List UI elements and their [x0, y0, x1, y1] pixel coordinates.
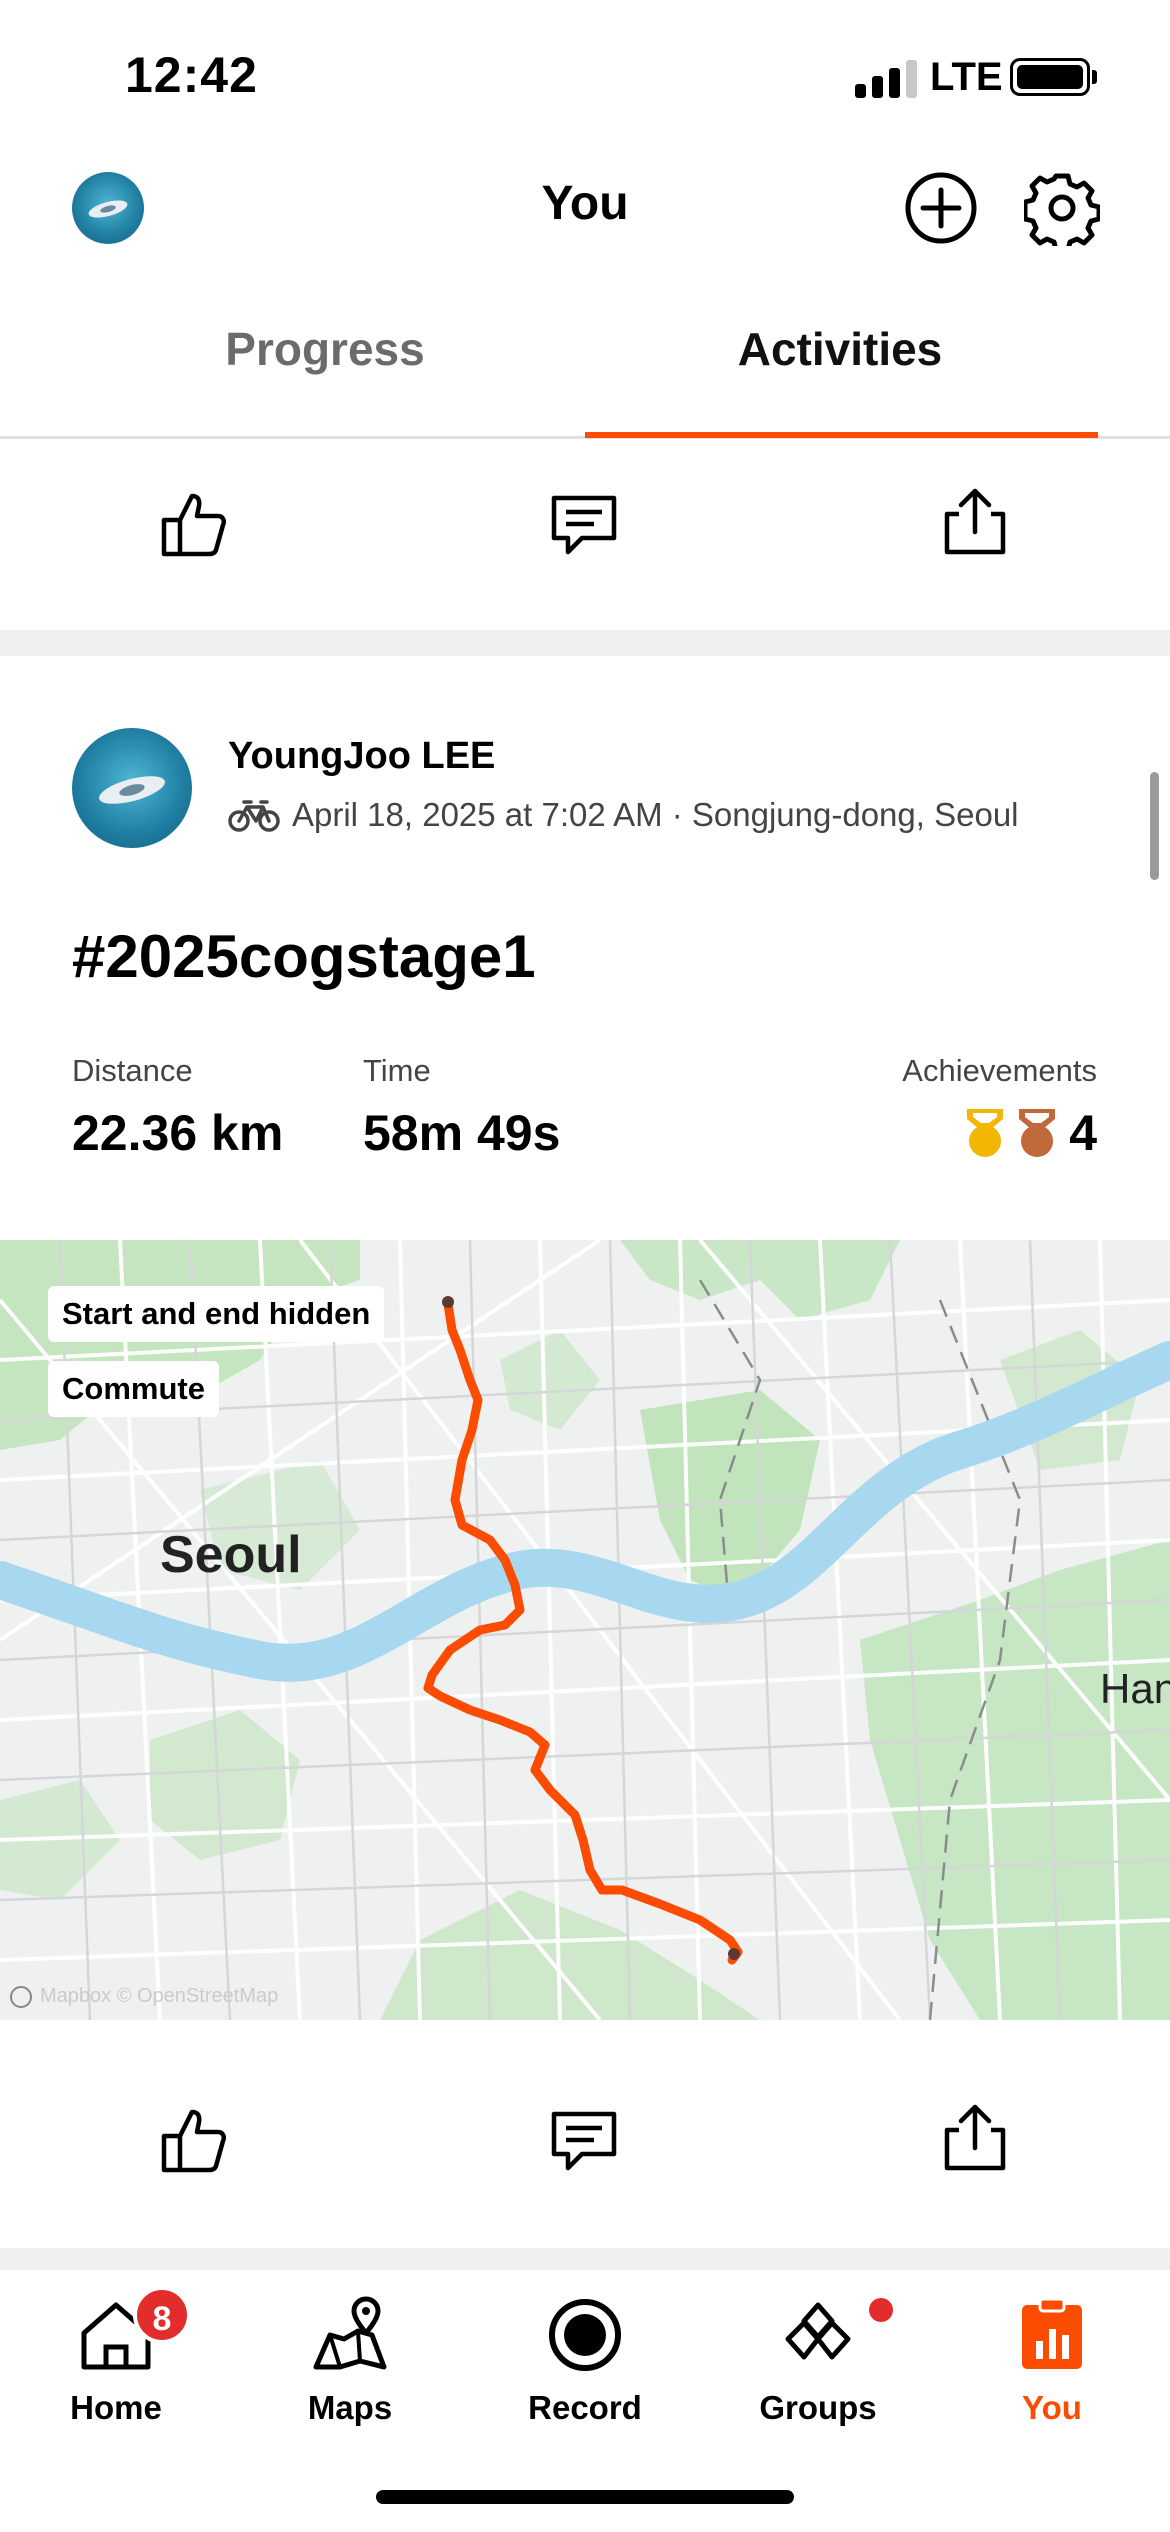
like-icon[interactable]: [156, 486, 232, 562]
tab-activities[interactable]: Activities: [580, 322, 1100, 376]
achievements[interactable]: 4: [961, 1104, 1097, 1162]
groups-icon: [785, 2302, 851, 2360]
distance-value: 22.36 km: [72, 1105, 284, 1161]
nav-record[interactable]: Record: [485, 2295, 685, 2427]
share-icon[interactable]: [937, 2100, 1013, 2176]
gold-medal-icon: [967, 1109, 1004, 1157]
battery-tip: [1092, 70, 1097, 84]
nav-maps-label: Maps: [307, 2389, 393, 2426]
battery-icon: [1010, 58, 1090, 96]
nav-you-label: You: [1022, 2389, 1082, 2426]
notification-badge: 8: [133, 2286, 191, 2344]
you-icon: [1022, 2297, 1082, 2369]
feed-separator: [0, 2248, 1170, 2270]
nav-groups-label: Groups: [759, 2389, 877, 2426]
activity-date-location: April 18, 2025 at 7:02 AM · Songjung-don…: [292, 796, 1019, 833]
network-type: LTE: [930, 55, 1003, 99]
activity-title[interactable]: #2025cogstage1: [72, 922, 536, 991]
feed-separator: [0, 630, 1170, 656]
nav-you[interactable]: You: [952, 2295, 1152, 2427]
nav-record-label: Record: [528, 2389, 642, 2426]
record-icon: [549, 2299, 621, 2371]
nav-home-label: Home: [70, 2389, 162, 2426]
scrollbar[interactable]: [1150, 772, 1159, 880]
nav-maps[interactable]: Maps: [250, 2295, 450, 2427]
tab-progress[interactable]: Progress: [65, 322, 585, 376]
home-indicator[interactable]: [376, 2490, 794, 2504]
achievements-label: Achievements: [902, 1053, 1097, 1088]
gear-icon[interactable]: [1024, 170, 1100, 246]
activity-map[interactable]: Start and end hidden Commute Seoul Han M…: [0, 1240, 1170, 2020]
groups-notification-dot: [869, 2298, 893, 2322]
plus-circle-icon[interactable]: [903, 170, 979, 246]
active-tab-indicator: [585, 432, 1098, 438]
athlete-avatar[interactable]: [72, 728, 192, 848]
status-time: 12:42: [125, 47, 258, 103]
attribution-text: Mapbox © OpenStreetMap: [40, 1985, 279, 2007]
like-icon[interactable]: [156, 2102, 232, 2178]
athlete-name[interactable]: YoungJoo LEE: [228, 735, 495, 778]
privacy-chip: Start and end hidden: [48, 1286, 385, 1342]
time-label: Time: [363, 1053, 431, 1088]
mapbox-logo-icon: [10, 1985, 32, 2008]
map-city-label: Seoul: [160, 1526, 302, 1584]
maps-icon: [313, 2296, 387, 2370]
bronze-medal-icon: [1019, 1109, 1056, 1157]
comment-icon[interactable]: [546, 2104, 622, 2180]
map-edge-label: Han: [1100, 1665, 1170, 1712]
distance-label: Distance: [72, 1053, 193, 1088]
time-value: 58m 49s: [363, 1105, 561, 1161]
achievement-count: 4: [1069, 1105, 1097, 1161]
page-title: You: [541, 177, 629, 230]
map-attribution: Mapbox © OpenStreetMap: [10, 1985, 278, 2008]
share-icon[interactable]: [937, 484, 1013, 560]
map-canvas: [0, 1240, 1170, 2020]
comment-icon[interactable]: [546, 488, 622, 564]
bike-icon: [228, 800, 280, 832]
activity-meta: April 18, 2025 at 7:02 AM · Songjung-don…: [228, 796, 1019, 834]
cellular-signal-icon: [855, 58, 917, 98]
commute-chip: Commute: [48, 1361, 219, 1417]
